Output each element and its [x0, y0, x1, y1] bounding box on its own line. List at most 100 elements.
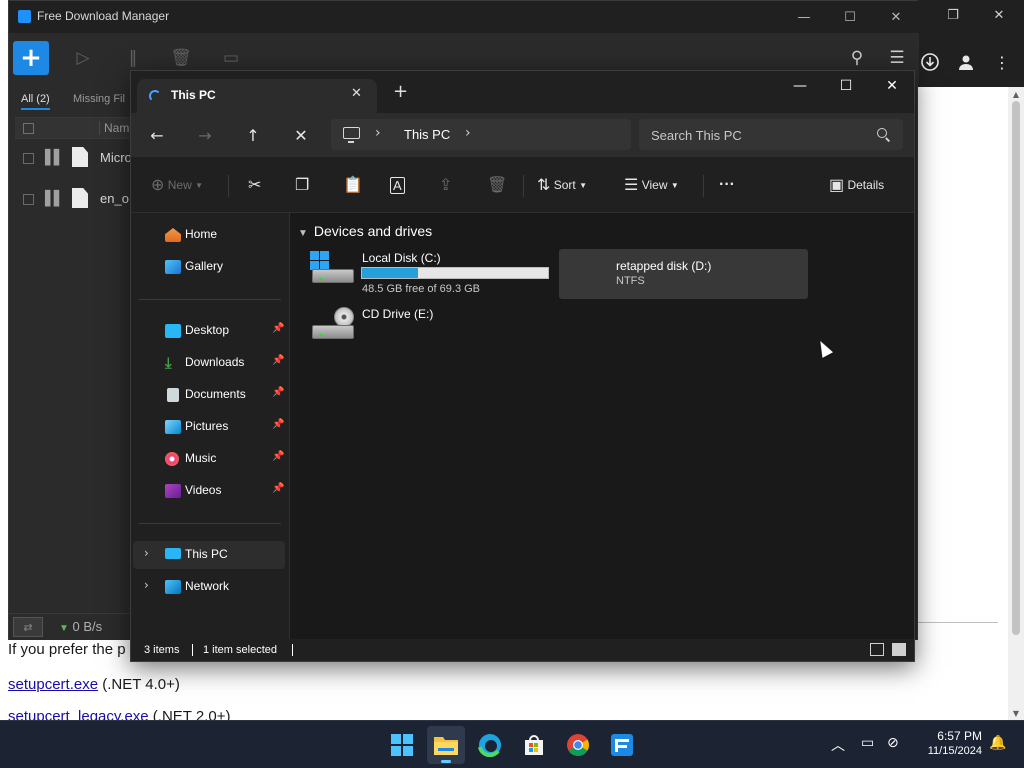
- notification-bell-icon[interactable]: 🔔: [989, 735, 1006, 751]
- network-status-icon[interactable]: ▭: [861, 735, 874, 751]
- search-input[interactable]: [651, 126, 861, 144]
- add-download-button[interactable]: +: [13, 41, 49, 75]
- drive-retapped-disk-d[interactable]: retapped disk (D:) NTFS: [559, 249, 808, 299]
- browser-restore-button[interactable]: ❐: [930, 0, 976, 30]
- download-row[interactable]: ▌▌ Micro: [15, 144, 139, 174]
- chrome-icon[interactable]: [559, 726, 597, 764]
- drive-name: Local Disk (C:): [362, 251, 441, 265]
- collapse-chevron-icon[interactable]: ▼: [298, 228, 308, 239]
- rename-icon[interactable]: A: [390, 173, 405, 197]
- search-icon[interactable]: ⚲: [845, 47, 869, 69]
- taskbar-clock[interactable]: 6:57 PM 11/15/2024: [912, 729, 982, 759]
- start-icon[interactable]: [383, 726, 421, 764]
- drive-filesystem: NTFS: [616, 275, 645, 287]
- profile-icon[interactable]: [952, 48, 980, 76]
- edge-icon[interactable]: [471, 726, 509, 764]
- scrollbar-thumb[interactable]: [1012, 101, 1020, 635]
- pin-icon[interactable]: 📌: [272, 387, 284, 398]
- browser-close-button[interactable]: ✕: [976, 0, 1022, 30]
- store-icon[interactable]: [515, 726, 553, 764]
- nav-item-desktop[interactable]: Desktop 📌: [133, 317, 285, 345]
- tab-missing-files[interactable]: Missing Fil: [73, 93, 125, 105]
- nav-item-pictures[interactable]: Pictures 📌: [133, 413, 285, 441]
- nav-item-music[interactable]: Music 📌: [133, 445, 285, 473]
- windows-logo-icon: [310, 251, 330, 271]
- scroll-down-icon[interactable]: ▼: [1008, 706, 1024, 720]
- share-icon[interactable]: ⇪: [439, 173, 452, 197]
- delete-icon[interactable]: 🗑: [169, 47, 193, 69]
- details-button[interactable]: ▣ Details: [829, 173, 884, 197]
- tiles-view-icon[interactable]: [892, 643, 906, 656]
- pause-icon[interactable]: ▌▌: [45, 150, 64, 166]
- chevron-right-icon[interactable]: ›: [375, 125, 381, 141]
- search-box[interactable]: [639, 119, 903, 150]
- search-icon[interactable]: [877, 128, 887, 138]
- see-more-button[interactable]: ···: [719, 173, 735, 197]
- nav-item-home[interactable]: Home: [133, 221, 285, 249]
- forward-arrow-icon[interactable]: →: [190, 122, 220, 148]
- download-icon[interactable]: [916, 48, 944, 76]
- drive-usage-bar: [361, 267, 549, 279]
- select-all-checkbox[interactable]: [23, 123, 34, 134]
- breadcrumb-this-pc[interactable]: This PC: [404, 127, 450, 142]
- drive-local-disk-c[interactable]: Local Disk (C:) 48.5 GB free of 69.3 GB: [308, 249, 550, 299]
- pause-icon[interactable]: ▌▌: [45, 191, 64, 207]
- tab-close-icon[interactable]: ✕: [351, 86, 362, 101]
- fdm-close-button[interactable]: ✕: [873, 1, 919, 33]
- nav-item-documents[interactable]: Documents 📌: [133, 381, 285, 409]
- tray-overflow-chevron-icon[interactable]: ︿: [831, 735, 845, 755]
- page-scrollbar[interactable]: ▲ ▼: [1008, 87, 1024, 720]
- file-explorer-icon[interactable]: [427, 726, 465, 764]
- fdm-minimize-button[interactable]: —: [781, 1, 827, 33]
- setupcert-link[interactable]: setupcert.exe: [8, 676, 98, 693]
- cut-icon[interactable]: ✂: [248, 173, 261, 197]
- copy-icon[interactable]: ❐: [295, 173, 309, 197]
- back-arrow-icon[interactable]: ←: [142, 122, 172, 148]
- sort-button[interactable]: ⇅ Sort ▼: [537, 173, 587, 197]
- explorer-close-button[interactable]: ✕: [869, 71, 915, 101]
- menu-icon[interactable]: ☰: [885, 47, 909, 69]
- drive-cd-e[interactable]: CD Drive (E:): [308, 305, 508, 355]
- details-view-icon[interactable]: [870, 643, 884, 656]
- group-header[interactable]: ▼ Devices and drives: [298, 223, 432, 239]
- expand-chevron-icon[interactable]: ›: [144, 578, 149, 592]
- nav-item-gallery[interactable]: Gallery: [133, 253, 285, 281]
- pin-icon[interactable]: 📌: [272, 419, 284, 430]
- fdm-icon[interactable]: [603, 726, 641, 764]
- download-row[interactable]: ▌▌ en_o: [15, 185, 139, 215]
- fdm-maximize-button[interactable]: ☐: [827, 1, 873, 33]
- view-button[interactable]: ☰ View ▼: [624, 173, 679, 197]
- pin-icon[interactable]: 📌: [272, 483, 284, 494]
- new-button[interactable]: ⊕ New ▼: [151, 173, 203, 197]
- explorer-tab[interactable]: This PC ✕: [137, 79, 377, 113]
- resume-icon[interactable]: ▷: [71, 47, 95, 69]
- nav-divider: [139, 523, 281, 524]
- pin-icon[interactable]: 📌: [272, 355, 284, 366]
- delete-icon[interactable]: 🗑: [487, 173, 507, 197]
- explorer-maximize-button[interactable]: ☐: [823, 71, 869, 101]
- row-checkbox[interactable]: [23, 153, 34, 164]
- move-icon[interactable]: ▭: [219, 47, 243, 69]
- more-icon[interactable]: ⋮: [988, 48, 1016, 76]
- fdm-drop-zone-icon[interactable]: ⇄: [13, 617, 43, 637]
- volume-muted-icon[interactable]: ⊘: [887, 735, 899, 751]
- scroll-up-icon[interactable]: ▲: [1008, 87, 1024, 101]
- up-arrow-icon[interactable]: ↑: [238, 122, 268, 148]
- nav-item-this-pc[interactable]: › This PC: [133, 541, 285, 569]
- paste-icon[interactable]: 📋: [343, 173, 363, 197]
- nav-label: This PC: [185, 547, 228, 561]
- new-tab-icon[interactable]: +: [393, 83, 408, 101]
- nav-item-network[interactable]: › Network: [133, 573, 285, 601]
- pause-all-icon[interactable]: ‖: [121, 47, 145, 69]
- expand-chevron-icon[interactable]: ›: [144, 546, 149, 560]
- stop-loading-icon[interactable]: ✕: [286, 122, 316, 148]
- chevron-right-icon[interactable]: ›: [465, 125, 471, 141]
- tab-all[interactable]: All (2): [21, 93, 50, 110]
- pin-icon[interactable]: 📌: [272, 451, 284, 462]
- address-bar[interactable]: › This PC ›: [331, 119, 631, 150]
- explorer-minimize-button[interactable]: —: [777, 71, 823, 101]
- nav-item-downloads[interactable]: ⤓ Downloads 📌: [133, 349, 285, 377]
- row-checkbox[interactable]: [23, 194, 34, 205]
- nav-item-videos[interactable]: Videos 📌: [133, 477, 285, 505]
- pin-icon[interactable]: 📌: [272, 323, 284, 334]
